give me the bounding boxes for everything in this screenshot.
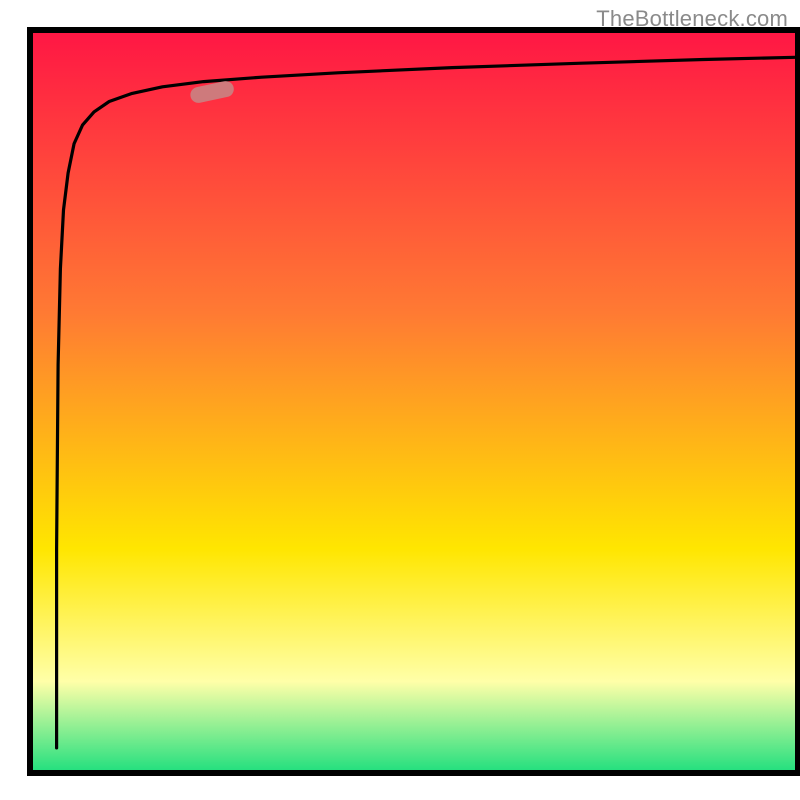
bottleneck-chart xyxy=(0,0,800,800)
chart-container: TheBottleneck.com xyxy=(0,0,800,800)
plot-area xyxy=(30,30,798,773)
gradient-background xyxy=(33,33,795,770)
